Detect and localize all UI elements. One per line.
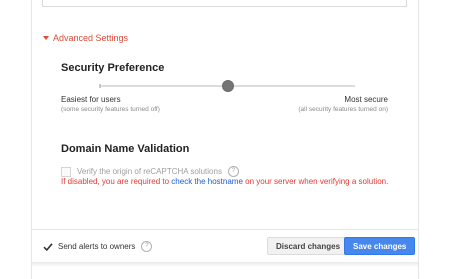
send-alerts-row: Send alerts to owners ? <box>43 241 153 252</box>
security-preference-title: Security Preference <box>61 62 165 74</box>
slider-label-most-secure: Most secure <box>344 95 388 104</box>
hostname-warning: If disabled, you are required to check t… <box>61 177 391 187</box>
help-icon[interactable]: ? <box>227 166 239 177</box>
settings-page: Advanced Settings Security Preference Ea… <box>0 0 474 279</box>
send-alerts-label: Send alerts to owners <box>58 242 136 251</box>
verify-origin-label: Verify the origin of reCAPTCHA solutions <box>77 167 222 176</box>
domain-validation-title: Domain Name Validation <box>61 143 190 155</box>
warning-text-pre: If disabled, you are required to <box>61 177 172 186</box>
advanced-settings-label: Advanced Settings <box>53 33 129 43</box>
save-changes-button[interactable]: Save changes <box>344 237 416 255</box>
caret-down-icon <box>43 36 49 40</box>
slider-label-easiest: Easiest for users <box>61 95 121 104</box>
previous-card-bottom <box>42 0 407 7</box>
verify-origin-row: Verify the origin of reCAPTCHA solutions… <box>61 166 239 177</box>
footer-shadow <box>32 262 418 267</box>
security-slider-thumb[interactable] <box>222 80 234 92</box>
help-icon[interactable]: ? <box>141 241 153 252</box>
slider-sublabel-easiest: (some security features turned off) <box>61 106 160 113</box>
advanced-settings-toggle[interactable]: Advanced Settings <box>43 33 128 43</box>
check-hostname-link[interactable]: check the hostname <box>171 177 243 186</box>
page-border-right <box>418 0 419 279</box>
discard-changes-button[interactable]: Discard changes <box>267 237 350 255</box>
checkmark-icon <box>43 243 53 252</box>
security-slider-start-tick <box>99 84 101 88</box>
slider-sublabel-most-secure: (all security features turned on) <box>298 106 388 113</box>
warning-text-post: on your server when verifying a solution… <box>242 177 389 186</box>
verify-origin-checkbox[interactable] <box>61 166 71 177</box>
send-alerts-checkbox[interactable] <box>43 242 53 252</box>
